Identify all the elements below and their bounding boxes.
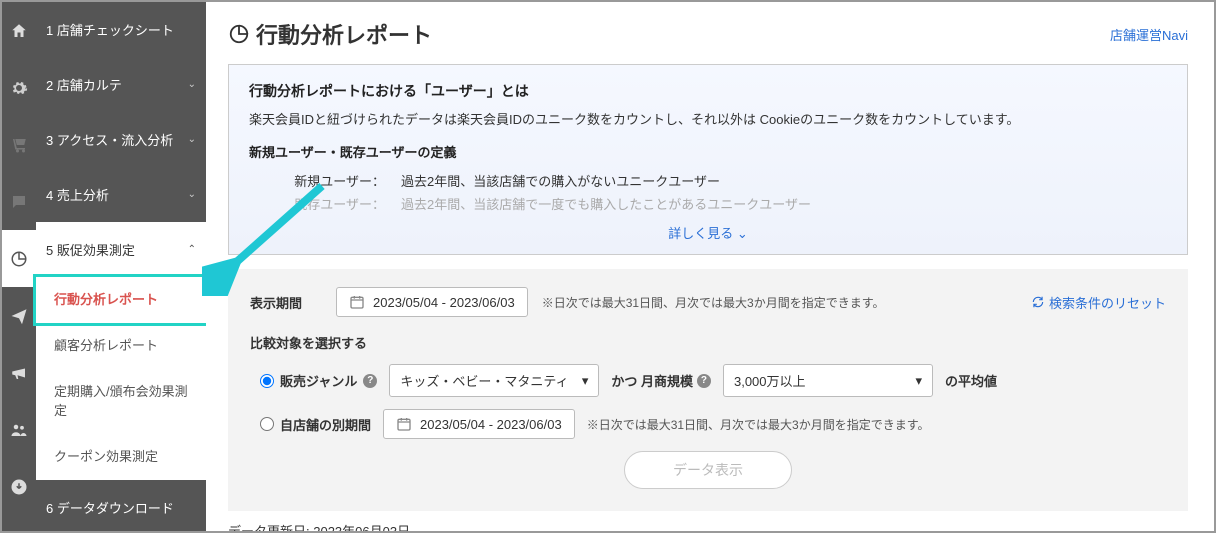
home-icon[interactable] xyxy=(2,2,36,59)
sidebar-item-6[interactable]: 6 データダウンロード xyxy=(36,480,206,535)
chevron-down-icon: ⌄ xyxy=(188,79,196,90)
reset-link[interactable]: 検索条件のリセット xyxy=(1031,293,1166,312)
radio-own-period-input[interactable] xyxy=(260,417,274,431)
period-note: ※日次では最大31日間、月次では最大3か月間を指定できます。 xyxy=(542,294,885,311)
sidebar-label: 店舗チェックシート xyxy=(57,23,174,38)
calendar-icon xyxy=(396,416,412,432)
submit-button[interactable]: データ表示 xyxy=(624,451,792,489)
help-icon[interactable]: ? xyxy=(697,374,711,388)
info-heading: 行動分析レポートにおける「ユーザー」とは xyxy=(249,81,1167,101)
megaphone-icon[interactable] xyxy=(2,344,36,401)
radio-genre-input[interactable] xyxy=(260,374,274,388)
main-content: 行動分析レポート 店舗運営Navi 行動分析レポートにおける「ユーザー」とは 楽… xyxy=(206,2,1214,531)
sidebar-item-1[interactable]: 1 店舗チェックシート xyxy=(36,2,206,57)
chevron-up-icon: ⌃ xyxy=(188,244,196,255)
sidebar-sub-customer-report[interactable]: 顧客分析レポート xyxy=(36,323,206,369)
radio-genre[interactable]: 販売ジャンル ? xyxy=(260,371,377,390)
navi-link[interactable]: 店舗運営Navi xyxy=(1110,25,1188,44)
send-icon[interactable] xyxy=(2,287,36,344)
chat-icon[interactable] xyxy=(2,173,36,230)
cart-icon[interactable] xyxy=(2,116,36,173)
calendar-icon xyxy=(349,294,365,310)
updated-text: データ更新日: 2023年06月03日 xyxy=(228,521,1188,531)
info-subheading: 新規ユーザー・既存ユーザーの定義 xyxy=(249,142,1167,161)
date-range-picker-2[interactable]: 2023/05/04 - 2023/06/03 xyxy=(383,409,575,439)
compare-heading: 比較対象を選択する xyxy=(250,333,1166,352)
sidebar-subpanel: 行動分析レポート 顧客分析レポート 定期購入/頒布会効果測定 クーポン効果測定 xyxy=(36,277,206,480)
sidebar-num: 1 xyxy=(46,23,53,38)
expand-more-link[interactable]: 詳しく見る ⌄ xyxy=(249,223,1167,242)
caret-down-icon: ▾ xyxy=(582,373,589,389)
tail-label: の平均値 xyxy=(945,371,997,390)
sidebar-item-5[interactable]: 5 販促効果測定 ⌃ xyxy=(36,222,206,277)
period-label: 表示期間 xyxy=(250,293,322,312)
caret-down-icon: ▾ xyxy=(915,373,922,389)
def-val: 過去2年間、当該店舗での購入がないユニークユーザー xyxy=(401,171,720,190)
def-key: 新規ユーザー： xyxy=(285,171,385,190)
pie-chart-icon[interactable] xyxy=(2,230,36,287)
sidebar-item-3[interactable]: 3 アクセス・流入分析 ⌄ xyxy=(36,112,206,167)
icon-rail xyxy=(2,2,36,531)
sidebar-sub-subscription[interactable]: 定期購入/頒布会効果測定 xyxy=(36,369,206,433)
sidebar-item-4[interactable]: 4 売上分析 ⌄ xyxy=(36,167,206,222)
sidebar-sub-behavior-report[interactable]: 行動分析レポート xyxy=(33,274,209,326)
def-val: 過去2年間、当該店舗で一度でも購入したことがあるユニークユーザー xyxy=(401,194,811,213)
genre-select[interactable]: キッズ・ベビー・マタニティ ▾ xyxy=(389,364,599,397)
scale-select[interactable]: 3,000万以上 ▾ xyxy=(723,364,933,397)
mid-label: かつ 月商規模 ? xyxy=(611,371,711,390)
pie-chart-icon xyxy=(228,23,250,45)
chevron-down-icon: ⌄ xyxy=(737,226,748,241)
help-icon[interactable]: ? xyxy=(363,374,377,388)
period2-note: ※日次では最大31日間、月次では最大3か月間を指定できます。 xyxy=(587,416,930,433)
refresh-icon xyxy=(1031,295,1045,309)
search-form: 表示期間 2023/05/04 - 2023/06/03 ※日次では最大31日間… xyxy=(228,269,1188,511)
sidebar: 1 店舗チェックシート 2 店舗カルテ ⌄ 3 アクセス・流入分析 ⌄ 4 売上… xyxy=(36,2,206,531)
chevron-down-icon: ⌄ xyxy=(188,189,196,200)
date-range-picker[interactable]: 2023/05/04 - 2023/06/03 xyxy=(336,287,528,317)
chevron-down-icon: ⌄ xyxy=(188,134,196,145)
sidebar-sub-coupon[interactable]: クーポン効果測定 xyxy=(36,434,206,480)
info-text: 楽天会員IDと紐づけられたデータは楽天会員IDのユニーク数をカウントし、それ以外… xyxy=(249,109,1167,128)
radio-own-period[interactable]: 自店舗の別期間 xyxy=(260,415,371,434)
def-key: 既存ユーザー： xyxy=(285,194,385,213)
download-icon[interactable] xyxy=(2,458,36,515)
users-icon[interactable] xyxy=(2,401,36,458)
sidebar-item-2[interactable]: 2 店舗カルテ ⌄ xyxy=(36,57,206,112)
page-title: 行動分析レポート xyxy=(228,18,432,50)
gear-icon[interactable] xyxy=(2,59,36,116)
info-box: 行動分析レポートにおける「ユーザー」とは 楽天会員IDと紐づけられたデータは楽天… xyxy=(228,64,1188,255)
